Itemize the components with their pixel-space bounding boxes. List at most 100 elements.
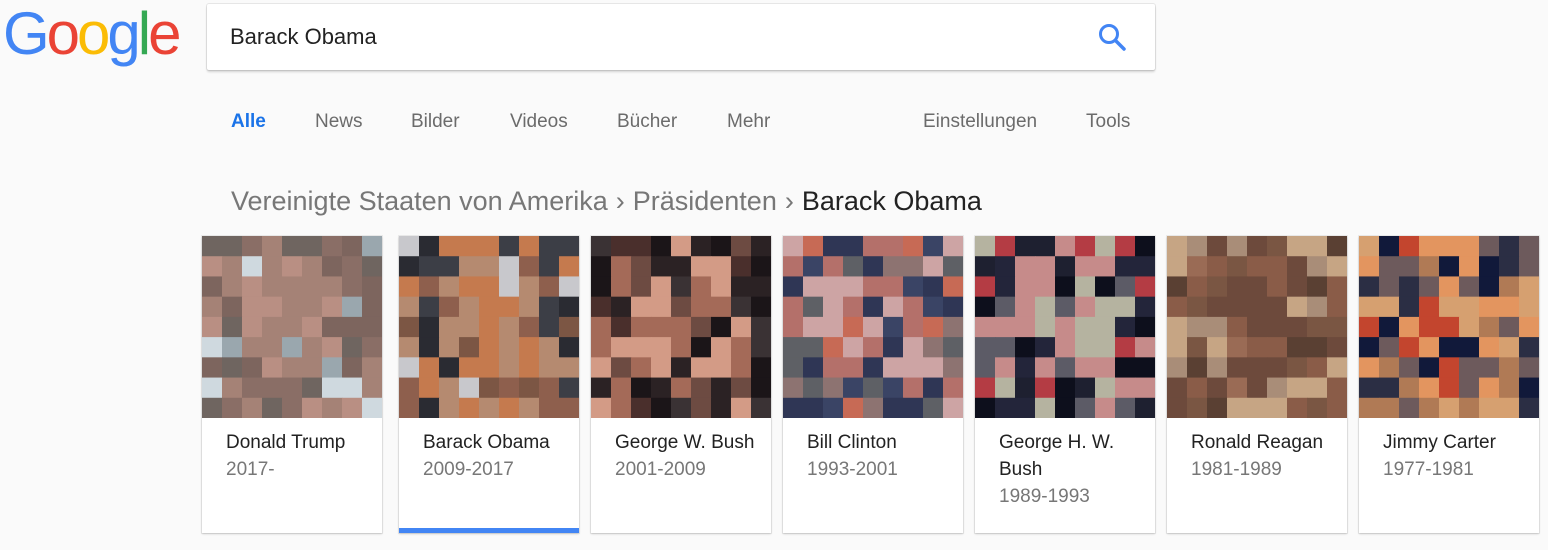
mosaic-tile [731,256,752,277]
mosaic-tile [975,357,996,379]
mosaic-tile [1499,397,1520,418]
mosaic-tile [1267,316,1288,338]
mosaic-tile [711,397,732,418]
mosaic-tile [863,276,884,298]
mosaic-tile [903,377,924,399]
mosaic-tile [1479,236,1500,257]
mosaic-tile [995,357,1016,379]
mosaic-tile [691,236,712,257]
mosaic-tile [843,236,864,257]
logo-letter: G [3,0,50,67]
mosaic-tile [591,337,612,358]
mosaic-tile [439,337,460,358]
mosaic-tile [691,357,712,379]
tab-alle[interactable]: Alle [231,111,266,133]
breadcrumb-item-usa[interactable]: Vereinigte Staaten von Amerika [231,186,608,216]
mosaic-tile [883,377,904,399]
mosaic-tile [923,276,944,298]
mosaic-tile [1227,357,1248,379]
mosaic-tile [1499,316,1520,338]
mosaic-tile [1379,256,1400,277]
mosaic-tile [711,276,732,298]
tab-mehr[interactable]: Mehr [727,111,770,133]
mosaic-tile [302,296,323,318]
mosaic-tile [202,337,223,358]
mosaic-tile [459,316,480,338]
mosaic-tile [1095,236,1116,257]
mosaic-tile [923,357,944,379]
mosaic-tile [1439,337,1460,358]
mosaic-tile [1287,296,1308,318]
mosaic-tile [923,397,944,418]
president-card[interactable]: Bill Clinton 1993-2001 [783,236,963,533]
mosaic-tile [262,296,283,318]
mosaic-tile [923,256,944,277]
mosaic-tile [439,316,460,338]
mosaic-tile [262,357,283,379]
mosaic-tile [651,337,672,358]
president-card[interactable]: George W. Bush 2001-2009 [591,236,771,533]
tab-buecher[interactable]: Bücher [617,111,677,133]
mosaic-tile [863,296,884,318]
mosaic-tile [1307,337,1328,358]
tab-einstellungen[interactable]: Einstellungen [923,111,1037,133]
mosaic-tile [1399,357,1420,379]
mosaic-tile [1135,377,1155,399]
mosaic-tile [1055,397,1076,418]
mosaic-tile [342,276,363,298]
logo-letter: o [46,0,80,67]
mosaic-tile [1419,337,1440,358]
breadcrumb-item-praesidenten[interactable]: Präsidenten [633,186,777,216]
mosaic-tile [611,397,632,418]
mosaic-tile [883,316,904,338]
president-card[interactable]: Ronald Reagan 1981-1989 [1167,236,1347,533]
mosaic-tile [1207,296,1228,318]
tab-videos[interactable]: Videos [510,111,568,133]
mosaic-tile [1287,357,1308,379]
mosaic-tile [282,357,303,379]
mosaic-tile [803,296,824,318]
mosaic-tile [883,276,904,298]
mosaic-tile [1479,296,1500,318]
mosaic-tile [975,236,996,257]
mosaic-tile [1379,276,1400,298]
mosaic-tile [591,357,612,379]
search-input[interactable] [230,20,1070,54]
mosaic-tile [995,377,1016,399]
mosaic-tile [711,256,732,277]
mosaic-tile [499,276,520,298]
mosaic-tile [631,397,652,418]
president-card[interactable]: Donald Trump 2017- [202,236,382,533]
mosaic-tile [282,337,303,358]
mosaic-tile [691,337,712,358]
mosaic-tile [631,316,652,338]
mosaic-tile [995,256,1016,277]
mosaic-tile [202,256,223,277]
mosaic-tile [362,397,382,418]
tab-news[interactable]: News [315,111,363,133]
mosaic-tile [1075,357,1096,379]
tab-bilder[interactable]: Bilder [411,111,460,133]
tab-tools[interactable]: Tools [1086,111,1130,133]
mosaic-tile [751,337,771,358]
mosaic-tile [1115,256,1136,277]
search-icon[interactable] [1097,22,1127,52]
president-card[interactable]: George H. W. Bush 1989-1993 [975,236,1155,533]
mosaic-tile [903,397,924,418]
mosaic-tile [611,296,632,318]
president-card[interactable]: Jimmy Carter 1977-1981 [1359,236,1539,533]
mosaic-tile [1035,256,1056,277]
mosaic-tile [362,256,382,277]
google-logo[interactable]: Google [3,0,182,67]
mosaic-tile [1267,276,1288,298]
mosaic-tile [651,357,672,379]
mosaic-tile [1247,397,1268,418]
mosaic-tile [823,316,844,338]
mosaic-tile [559,337,579,358]
president-card[interactable]: Barack Obama 2009-2017 [399,236,579,533]
mosaic-tile [751,276,771,298]
mosaic-tile [631,357,652,379]
mosaic-tile [1095,337,1116,358]
mosaic-tile [803,256,824,277]
mosaic-tile [1227,377,1248,399]
